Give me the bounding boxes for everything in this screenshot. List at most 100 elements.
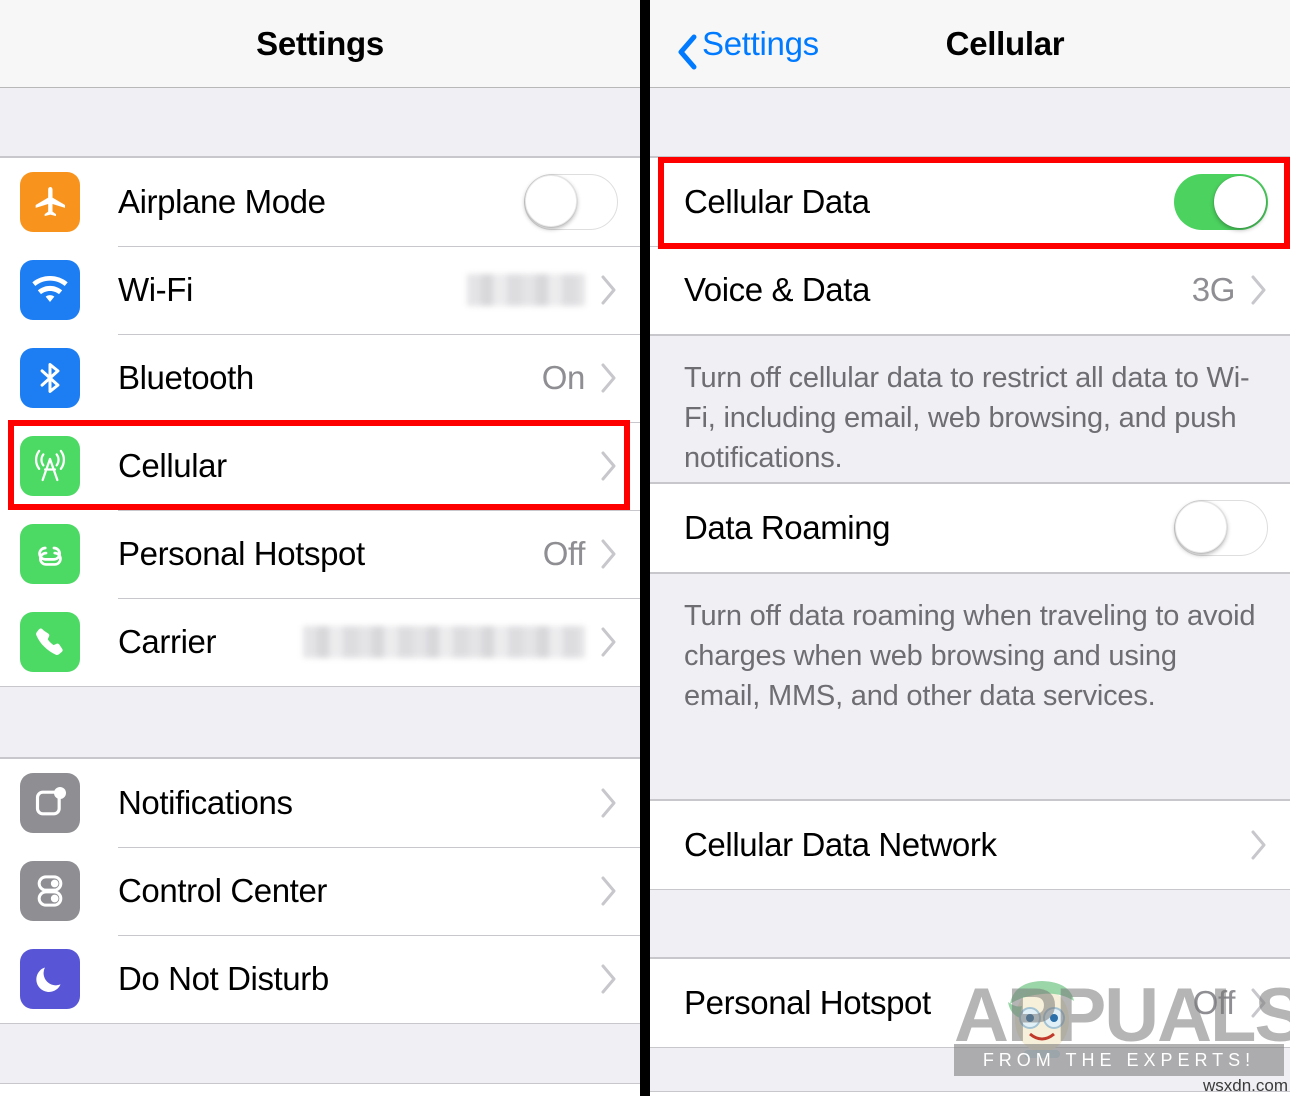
settings-row-label: Cellular Data xyxy=(684,183,870,220)
split-screenshot: Settings Airplane Mode Wi-Fi Bluetooth O… xyxy=(0,0,1290,1096)
page-title: Settings xyxy=(256,24,384,62)
chevron-right-icon xyxy=(601,964,618,994)
watermark-url: wsxdn.com xyxy=(1202,1076,1288,1095)
settings-row-do-not-disturb[interactable]: Do Not Disturb xyxy=(0,935,640,1023)
row-control xyxy=(601,876,618,906)
settings-row-personal-hotspot[interactable]: Personal Hotspot Off xyxy=(0,510,640,598)
settings-group-connectivity: Airplane Mode Wi-Fi Bluetooth On Cellula… xyxy=(0,157,640,687)
phone-icon xyxy=(20,612,80,672)
chevron-right-icon xyxy=(601,363,618,393)
row-control xyxy=(1251,830,1268,860)
row-control xyxy=(524,174,618,230)
bluetooth-status-value: On xyxy=(541,359,586,396)
panel-divider xyxy=(640,0,650,1096)
data-roaming-footnote: Turn off data roaming when traveling to … xyxy=(650,573,1290,800)
toggle-knob xyxy=(1175,501,1227,553)
settings-row-label: Data Roaming xyxy=(684,509,891,546)
row-control xyxy=(1174,174,1268,230)
row-control xyxy=(601,451,618,481)
toggle-knob xyxy=(525,175,577,227)
data-roaming-toggle[interactable] xyxy=(1174,500,1268,556)
chevron-right-icon xyxy=(1251,988,1268,1018)
settings-row-label: Cellular xyxy=(118,447,227,484)
wifi-icon xyxy=(20,260,80,320)
footnote-text: Turn off data roaming when traveling to … xyxy=(684,600,1256,712)
settings-row-cellular[interactable]: Cellular xyxy=(0,422,640,510)
back-button[interactable]: Settings xyxy=(676,24,819,69)
chevron-right-icon xyxy=(601,788,618,818)
back-button-label: Settings xyxy=(702,24,819,62)
data-roaming-group: Data Roaming xyxy=(650,483,1290,573)
settings-group-system: Notifications Control Center Do Not Dist… xyxy=(0,758,640,1024)
settings-row-label: Cellular Data Network xyxy=(684,826,997,863)
row-control xyxy=(1174,500,1268,556)
redacted-wifi-network-value xyxy=(467,274,585,306)
footnote-text: Turn off cellular data to restrict all d… xyxy=(684,362,1250,474)
settings-row-label: Wi-Fi xyxy=(118,271,193,308)
redacted-carrier-value xyxy=(303,626,585,658)
toggle-knob xyxy=(1214,176,1266,228)
personal-hotspot-value: Off xyxy=(1192,984,1236,1021)
settings-row-notifications[interactable]: Notifications xyxy=(0,759,640,847)
group-spacer-top xyxy=(0,88,640,157)
chevron-left-icon xyxy=(676,34,697,69)
cellular-data-footnote: Turn off cellular data to restrict all d… xyxy=(650,335,1290,483)
cellular-data-group: Cellular Data Voice & Data 3G xyxy=(650,157,1290,335)
page-title: Cellular xyxy=(945,24,1065,62)
settings-row-label: Control Center xyxy=(118,872,327,909)
settings-row-airplane-mode[interactable]: Airplane Mode xyxy=(0,158,640,246)
right-navbar: Settings Cellular xyxy=(650,0,1290,88)
moon-icon xyxy=(20,949,80,1009)
cellular-data-network-group: Cellular Data Network xyxy=(650,800,1290,890)
bluetooth-icon xyxy=(20,348,80,408)
settings-row-cellular-data-network[interactable]: Cellular Data Network xyxy=(650,801,1290,889)
chevron-right-icon xyxy=(601,451,618,481)
row-control xyxy=(303,626,618,658)
settings-row-label: Notifications xyxy=(118,784,293,821)
settings-row-data-roaming[interactable]: Data Roaming xyxy=(650,484,1290,572)
hotspot-icon xyxy=(20,524,80,584)
chevron-right-icon xyxy=(1251,275,1268,305)
settings-row-cellular-data[interactable]: Cellular Data xyxy=(650,158,1290,246)
settings-row-voice-and-data[interactable]: Voice & Data 3G xyxy=(650,246,1290,334)
airplane-icon xyxy=(20,172,80,232)
cellular-data-toggle[interactable] xyxy=(1174,174,1268,230)
settings-row-label: Do Not Disturb xyxy=(118,960,329,997)
settings-row-label: Carrier xyxy=(118,623,217,660)
group-spacer-bottom xyxy=(0,1024,640,1084)
control-center-icon xyxy=(20,861,80,921)
cellular-tower-icon xyxy=(20,436,80,496)
settings-row-personal-hotspot[interactable]: Personal Hotspot Off xyxy=(650,959,1290,1047)
settings-row-control-center[interactable]: Control Center xyxy=(0,847,640,935)
hotspot-status-value: Off xyxy=(542,535,586,572)
settings-list-panel: Settings Airplane Mode Wi-Fi Bluetooth O… xyxy=(0,0,640,1096)
cellular-settings-panel: Settings Cellular Cellular Data Voice & … xyxy=(650,0,1290,1096)
chevron-right-icon xyxy=(601,275,618,305)
settings-row-label: Personal Hotspot xyxy=(684,984,931,1021)
row-control: On xyxy=(542,359,618,397)
chevron-right-icon xyxy=(601,627,618,657)
left-navbar: Settings xyxy=(0,0,640,88)
airplane-mode-toggle[interactable] xyxy=(524,174,618,230)
group-spacer-footer xyxy=(650,1048,1290,1092)
personal-hotspot-group: Personal Hotspot Off xyxy=(650,958,1290,1048)
settings-row-bluetooth[interactable]: Bluetooth On xyxy=(0,334,640,422)
group-spacer-bottom xyxy=(650,890,1290,958)
row-control xyxy=(601,964,618,994)
chevron-right-icon xyxy=(601,876,618,906)
row-control xyxy=(467,274,618,306)
chevron-right-icon xyxy=(601,539,618,569)
settings-row-wifi[interactable]: Wi-Fi xyxy=(0,246,640,334)
group-spacer-middle xyxy=(0,687,640,758)
settings-row-label: Personal Hotspot xyxy=(118,535,365,572)
settings-row-label: Bluetooth xyxy=(118,359,254,396)
chevron-right-icon xyxy=(1251,830,1268,860)
settings-row-carrier[interactable]: Carrier xyxy=(0,598,640,686)
settings-row-label: Voice & Data xyxy=(684,271,870,308)
voice-and-data-value: 3G xyxy=(1191,271,1236,308)
row-control xyxy=(601,788,618,818)
settings-row-label: Airplane Mode xyxy=(118,183,326,220)
row-control: Off xyxy=(543,535,618,573)
group-spacer-top xyxy=(650,88,1290,157)
notifications-icon xyxy=(20,773,80,833)
